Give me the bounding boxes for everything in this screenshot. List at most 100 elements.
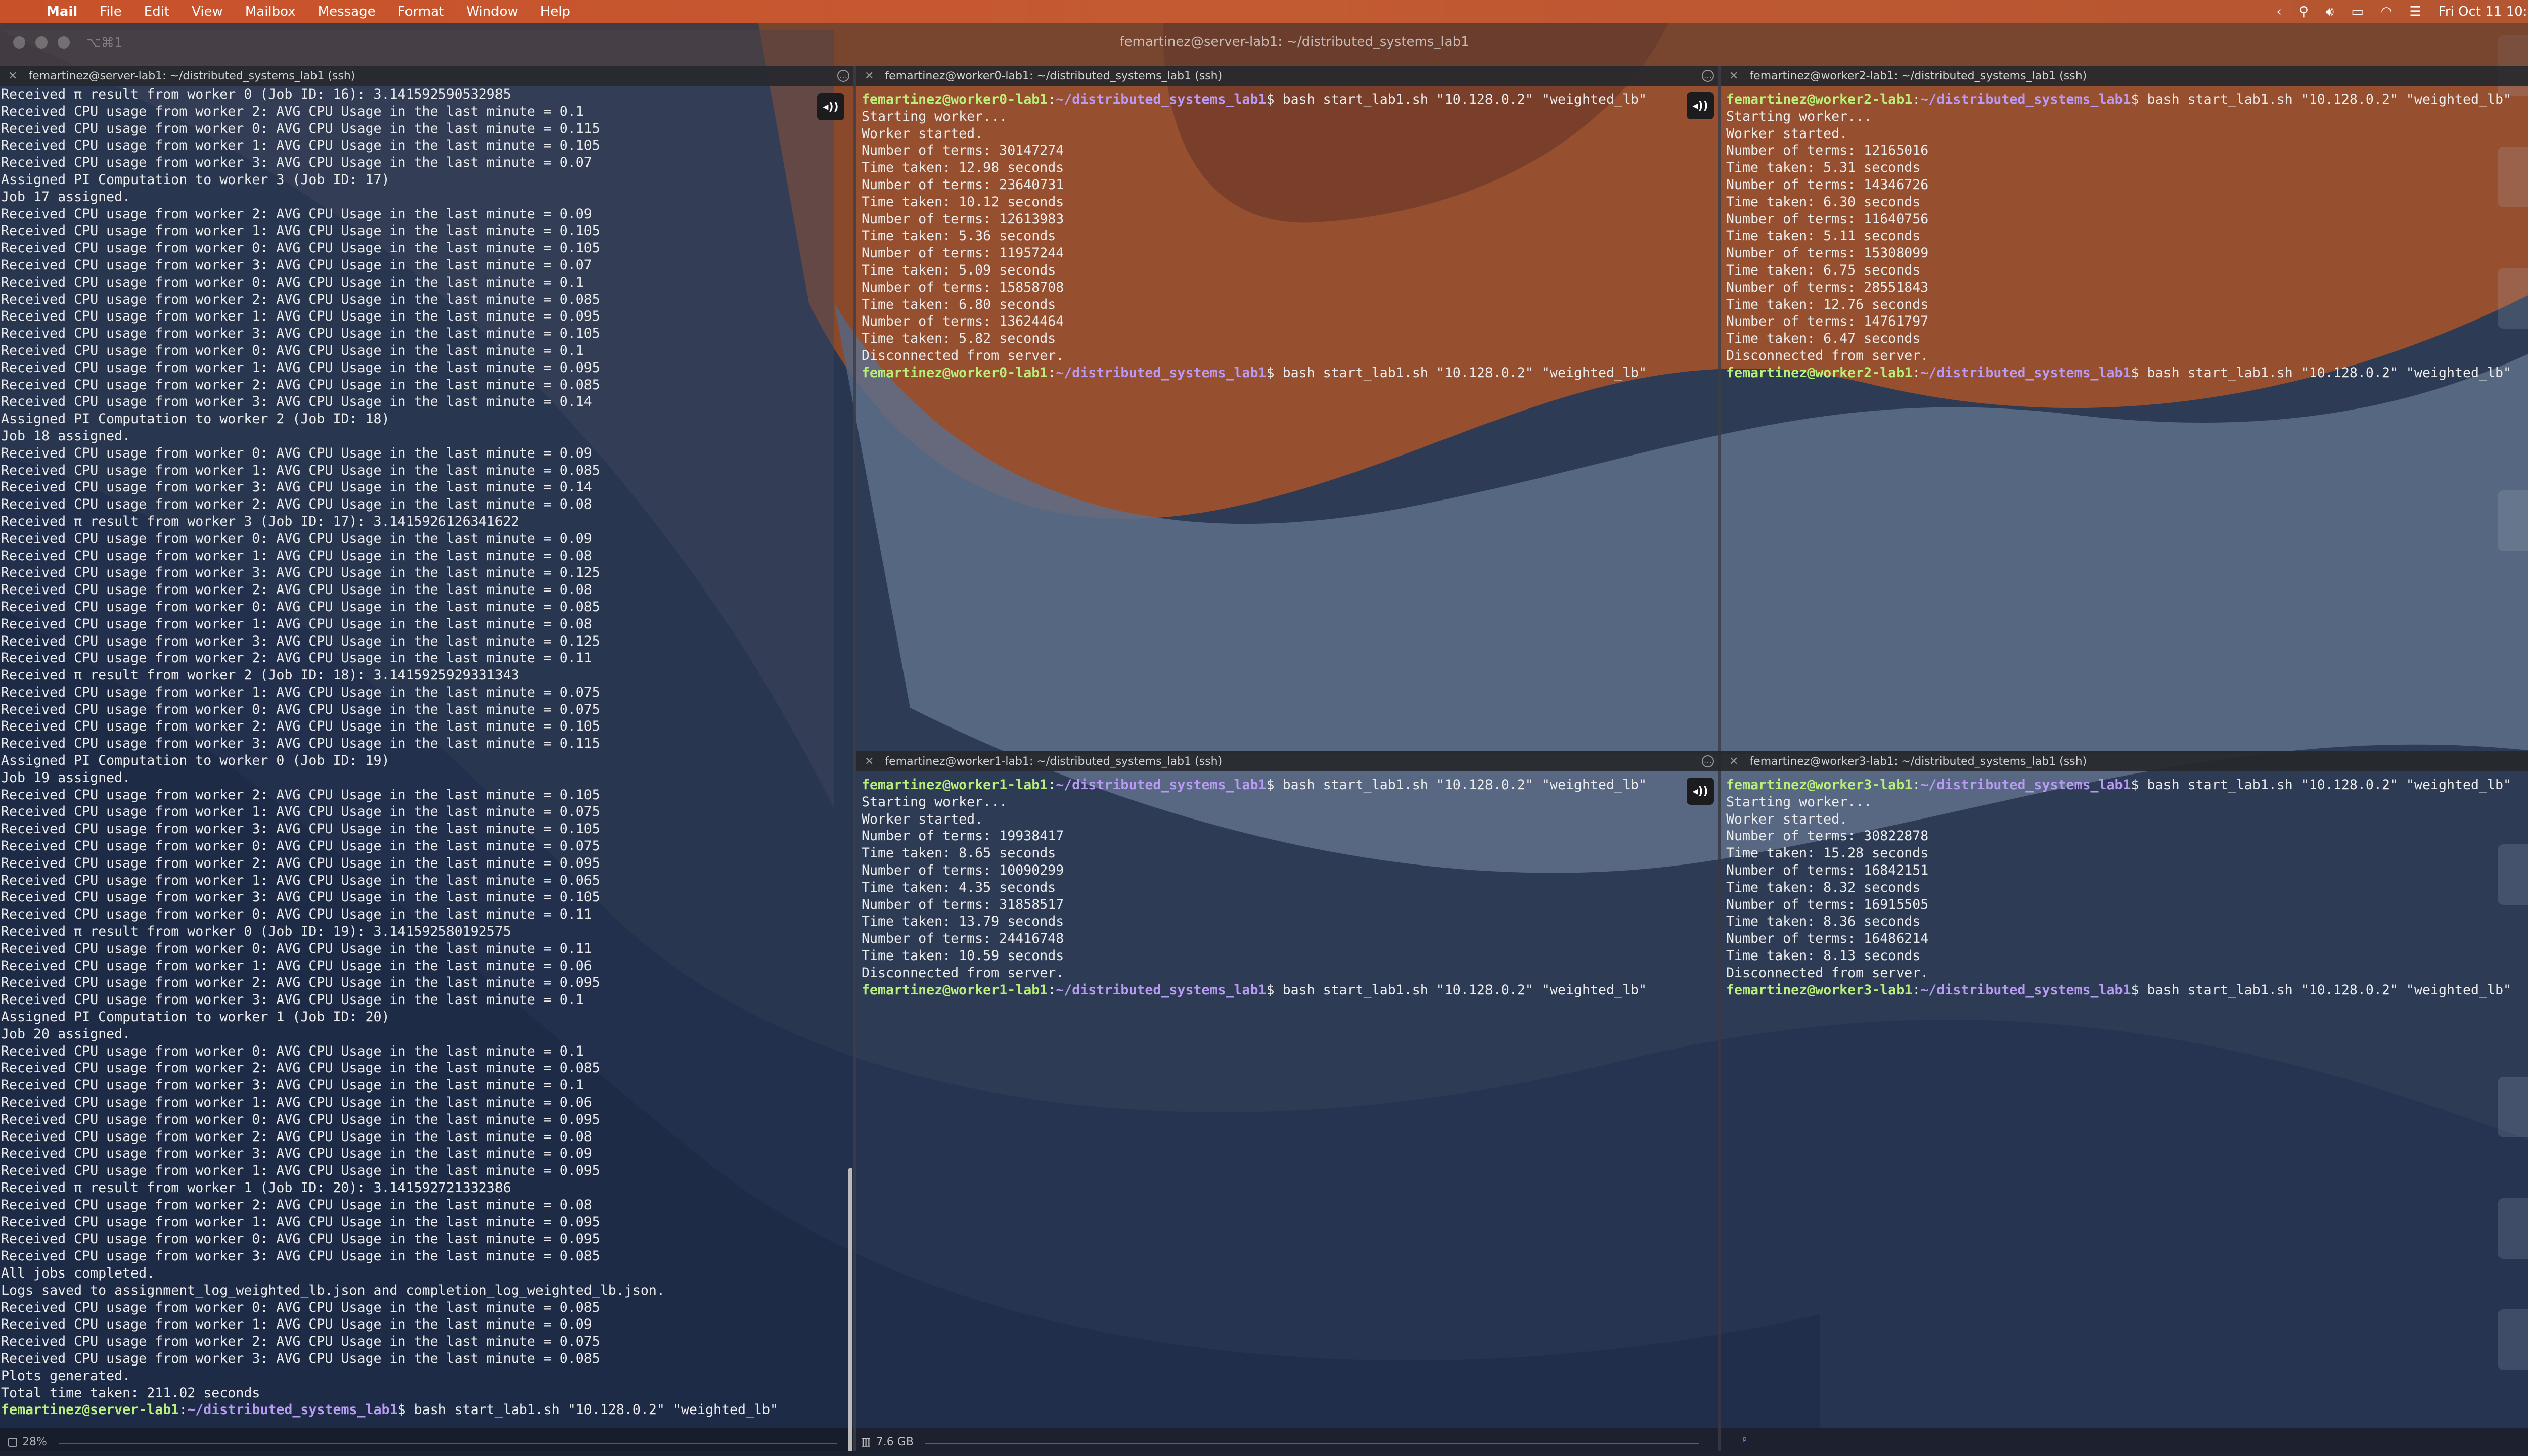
menu-file[interactable]: File <box>88 4 133 19</box>
menu-message[interactable]: Message <box>307 4 387 19</box>
worker1-terminal-output[interactable]: femartinez@worker1-lab1:~/distributed_sy… <box>861 777 1721 1451</box>
prompt-dollar: $ <box>2131 777 2147 793</box>
menu-mailbox[interactable]: Mailbox <box>234 4 307 19</box>
menu-app-name[interactable]: Mail <box>35 4 88 19</box>
terminal-output-line: Number of terms: 16486214 <box>1726 931 1929 947</box>
terminal-output-line: Received CPU usage from worker 3: AVG CP… <box>1 155 592 171</box>
terminal-output-line: Number of terms: 14346726 <box>1726 176 1929 193</box>
window-title: femartinez@server-lab1: ~/distributed_sy… <box>1119 34 1469 50</box>
prompt-user: femartinez@worker1-lab1 <box>862 982 1048 998</box>
worker2-terminal-output[interactable]: femartinez@worker2-lab1:~/distributed_sy… <box>1725 91 2528 754</box>
menu-format[interactable]: Format <box>387 4 456 19</box>
prompt-line[interactable]: femartinez@worker2-lab1:~/distributed_sy… <box>1726 91 2528 108</box>
prompt-dollar: $ <box>397 1402 414 1418</box>
prompt-line[interactable]: femartinez@worker3-lab1:~/distributed_sy… <box>1726 982 2528 999</box>
terminal-output-line: Time taken: 13.79 seconds <box>862 914 1064 930</box>
menu-bar-extras: ‹ ⚲ 🔊︎ ▭ ◠ ☰ Fri Oct 11 10:15 AM <box>2276 4 2528 20</box>
close-icon[interactable]: ✕ <box>1729 755 1738 768</box>
menu-window[interactable]: Window <box>455 4 529 19</box>
prompt-line[interactable]: femartinez@worker1-lab1:~/distributed_sy… <box>862 777 1721 794</box>
prompt-line[interactable]: femartinez@worker2-lab1:~/distributed_sy… <box>1726 365 2528 382</box>
worker0-pane[interactable]: ✕ femartinez@worker0-lab1: ~/distributed… <box>856 66 1721 754</box>
close-icon[interactable]: ✕ <box>865 755 874 768</box>
worker1-pane[interactable]: ✕ femartinez@worker1-lab1: ~/distributed… <box>856 751 1721 1451</box>
volume-icon[interactable]: 🔊︎ <box>2326 4 2334 20</box>
close-icon[interactable]: ✕ <box>865 70 874 82</box>
menu-view[interactable]: View <box>180 4 234 19</box>
server-pane[interactable]: ✕ femartinez@server-lab1: ~/distributed_… <box>0 66 856 1451</box>
speaker-wave-icon[interactable]: ◂)) <box>817 93 844 120</box>
terminal-output-line: Starting worker... <box>862 108 1008 124</box>
worker1-pane-header[interactable]: ✕ femartinez@worker1-lab1: ~/distributed… <box>856 751 1721 771</box>
terminal-output-line: Number of terms: 11957244 <box>862 245 1064 261</box>
wifi-icon[interactable]: ◠ <box>2381 4 2392 19</box>
server-pane-header[interactable]: ✕ femartinez@server-lab1: ~/distributed_… <box>0 66 856 86</box>
terminal-output-line: Time taken: 5.11 seconds <box>1726 228 1921 244</box>
window-titlebar[interactable]: ⌥⌘1 femartinez@server-lab1: ~/distribute… <box>0 23 2528 67</box>
server-scrollbar[interactable] <box>848 1168 852 1451</box>
speaker-wave-icon[interactable]: ◂)) <box>1687 778 1714 805</box>
worker0-pane-header[interactable]: ✕ femartinez@worker0-lab1: ~/distributed… <box>856 66 1721 86</box>
worker0-terminal-output[interactable]: femartinez@worker0-lab1:~/distributed_sy… <box>861 91 1721 754</box>
worker0-terminal-body[interactable]: femartinez@worker0-lab1:~/distributed_sy… <box>856 86 1721 754</box>
prompt-separator: : <box>1048 777 1056 793</box>
worker2-pane[interactable]: ✕ femartinez@worker2-lab1: ~/distributed… <box>1721 66 2528 754</box>
terminal-output-line: Received CPU usage from worker 2: AVG CP… <box>1 1060 600 1076</box>
worker3-terminal-body[interactable]: femartinez@worker3-lab1:~/distributed_sy… <box>1721 771 2528 1451</box>
terminal-output-line: Received CPU usage from worker 2: AVG CP… <box>1 291 600 307</box>
terminal-output-line: Job 17 assigned. <box>1 189 131 205</box>
command-text: bash start_lab1.sh "10.128.0.2" "weighte… <box>1282 92 1647 107</box>
pane-menu-icon[interactable]: … <box>837 70 849 82</box>
terminal-output-line: Worker started. <box>1726 811 1848 827</box>
pane-menu-icon[interactable]: … <box>1702 755 1714 767</box>
prompt-line[interactable]: femartinez@server-lab1:~/distributed_sys… <box>1 1401 856 1419</box>
prompt-dollar: $ <box>2131 92 2147 107</box>
terminal-output-line: Received CPU usage from worker 1: AVG CP… <box>1 1163 600 1179</box>
close-icon[interactable]: ✕ <box>8 70 17 82</box>
worker3-pane-header[interactable]: ✕ femartinez@worker3-lab1: ~/distributed… <box>1721 751 2528 771</box>
terminal-output-line: Time taken: 5.36 seconds <box>862 228 1056 244</box>
prompt-line[interactable]: femartinez@worker0-lab1:~/distributed_sy… <box>862 365 1721 382</box>
prompt-line[interactable]: femartinez@worker0-lab1:~/distributed_sy… <box>862 91 1721 108</box>
terminal-output-line: Received CPU usage from worker 1: AVG CP… <box>1 359 600 376</box>
location-pin-icon[interactable]: ⚲ <box>2299 4 2309 19</box>
worker2-pane-header[interactable]: ✕ femartinez@worker2-lab1: ~/distributed… <box>1721 66 2528 86</box>
server-pane-title: femartinez@server-lab1: ~/distributed_sy… <box>28 69 355 82</box>
terminal-output-line: Total time taken: 211.02 seconds <box>1 1385 260 1401</box>
worker1-terminal-body[interactable]: femartinez@worker1-lab1:~/distributed_sy… <box>856 771 1721 1451</box>
worker3-pane[interactable]: ✕ femartinez@worker3-lab1: ~/distributed… <box>1721 751 2528 1451</box>
terminal-output-line: Received CPU usage from worker 2: AVG CP… <box>1 855 600 871</box>
command-text: bash start_lab1.sh "10.128.0.2" "weighte… <box>2147 982 2512 998</box>
terminal-output-line: Number of terms: 30822878 <box>1726 828 1929 844</box>
terminal-output-line: Received CPU usage from worker 2: AVG CP… <box>1 582 592 598</box>
terminal-output-line: Received CPU usage from worker 2: AVG CP… <box>1 1334 600 1350</box>
pane-menu-icon[interactable]: … <box>1702 70 1714 82</box>
menu-edit[interactable]: Edit <box>133 4 180 19</box>
server-terminal-body[interactable]: Received π result from worker 0 (Job ID:… <box>0 86 856 1451</box>
worker3-terminal-output[interactable]: femartinez@worker3-lab1:~/distributed_sy… <box>1725 777 2528 1451</box>
terminal-output-line: Time taken: 8.13 seconds <box>1726 947 1921 964</box>
close-icon[interactable]: ✕ <box>1729 70 1738 82</box>
terminal-output-line: Number of terms: 12165016 <box>1726 143 1929 159</box>
prompt-line[interactable]: femartinez@worker3-lab1:~/distributed_sy… <box>1726 777 2528 794</box>
terminal-output-line: Number of terms: 15308099 <box>1726 245 1929 261</box>
menu-clock[interactable]: Fri Oct 11 10:15 AM <box>2439 4 2528 19</box>
prompt-path: ~/distributed_systems_lab1 <box>187 1402 398 1418</box>
worker2-terminal-body[interactable]: femartinez@worker2-lab1:~/distributed_sy… <box>1721 86 2528 754</box>
terminal-output-line: Assigned PI Computation to worker 0 (Job… <box>1 753 390 769</box>
prompt-user: femartinez@worker0-lab1 <box>862 92 1048 107</box>
control-center-icon[interactable]: ☰ <box>2409 4 2421 19</box>
battery-icon[interactable]: ▭ <box>2351 4 2364 19</box>
command-text: bash start_lab1.sh "10.128.0.2" "weighte… <box>1282 777 1647 793</box>
command-text: bash start_lab1.sh "10.128.0.2" "weighte… <box>1282 365 1647 381</box>
prompt-line[interactable]: femartinez@worker1-lab1:~/distributed_sy… <box>862 982 1721 999</box>
terminal-output-line: Assigned PI Computation to worker 1 (Job… <box>1 1009 390 1025</box>
prompt-dollar: $ <box>2131 365 2147 381</box>
chevron-left-icon[interactable]: ‹ <box>2276 4 2281 19</box>
speaker-wave-icon[interactable]: ◂)) <box>1687 92 1714 119</box>
server-terminal-output[interactable]: Received π result from worker 0 (Job ID:… <box>0 86 856 1451</box>
terminal-output-line: Received CPU usage from worker 3: AVG CP… <box>1 633 600 649</box>
prompt-dollar: $ <box>1266 365 1283 381</box>
menu-help[interactable]: Help <box>529 4 581 19</box>
prompt-separator: : <box>1912 982 1921 998</box>
